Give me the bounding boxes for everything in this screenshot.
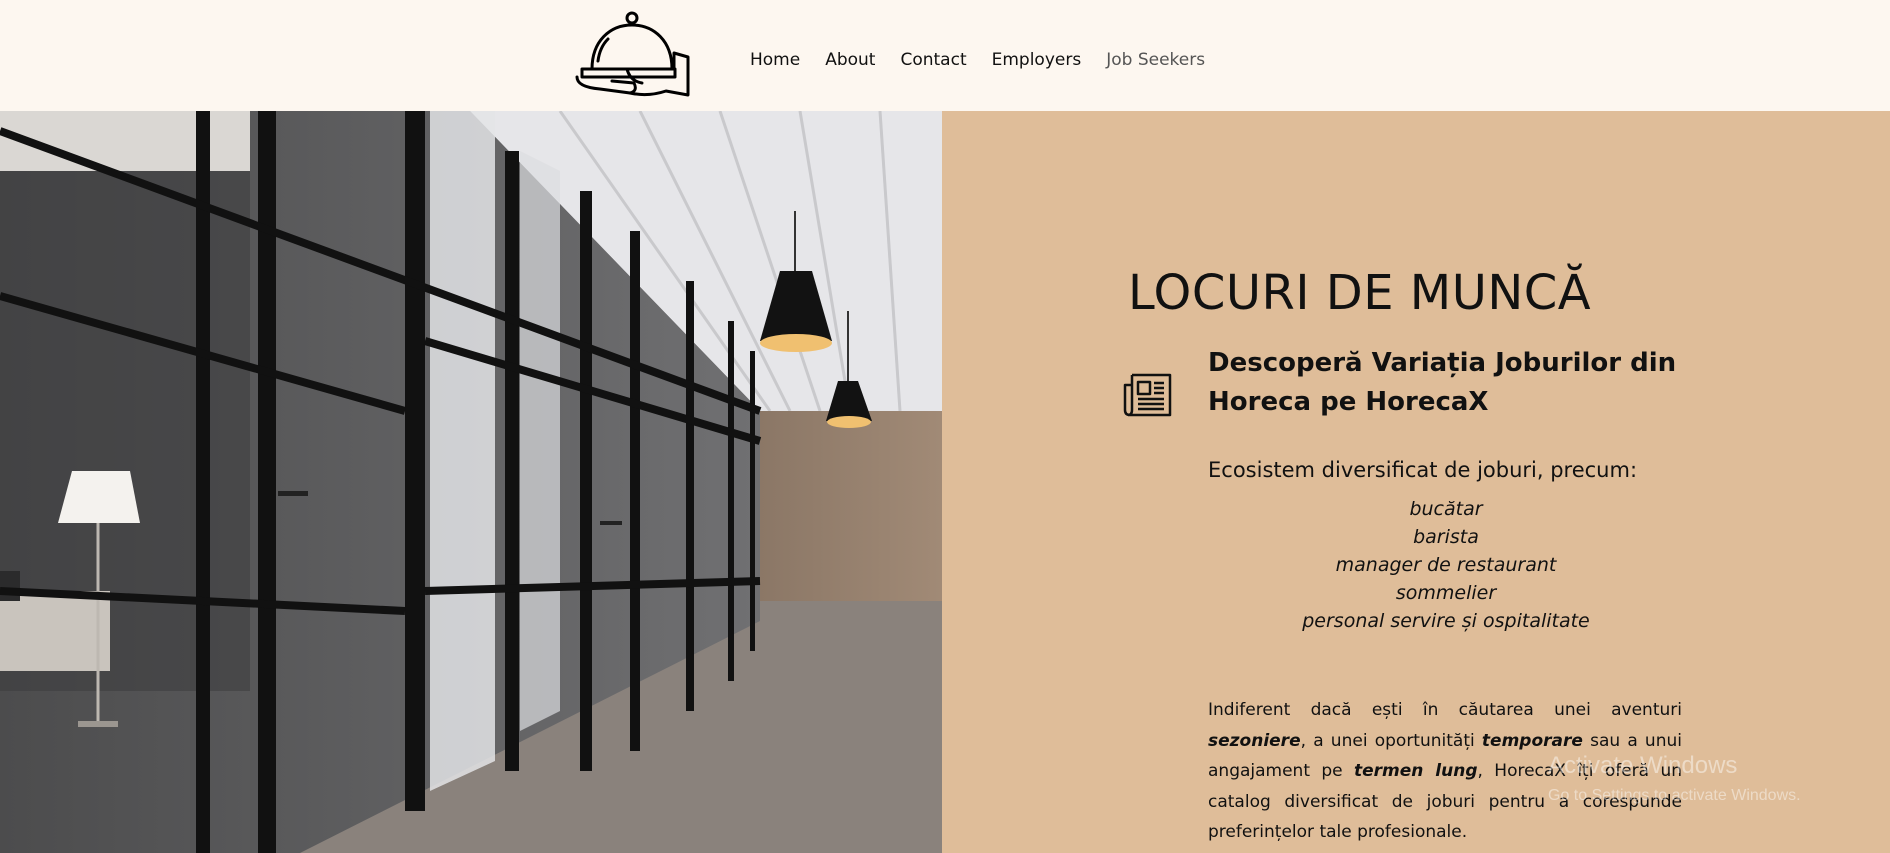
list-item: barista	[1413, 526, 1479, 548]
activate-windows-title: Activate Windows	[1548, 752, 1738, 779]
section-subtitle: Descoperă Variația Joburilor din Horeca …	[1208, 348, 1677, 417]
list-item: personal servire și ospitalitate	[1302, 610, 1590, 632]
emphasis-temporary: temporare	[1481, 730, 1583, 751]
list-item: manager de restaurant	[1335, 554, 1557, 576]
emphasis-seasonal: sezoniere	[1208, 730, 1301, 751]
job-types-list: bucătar barista manager de restaurant so…	[1208, 495, 1684, 635]
nav-job-seekers[interactable]: Job Seekers	[1106, 47, 1205, 73]
list-item: sommelier	[1395, 582, 1497, 604]
activate-windows-hint: Go to Settings to activate Windows.	[1548, 787, 1801, 804]
paragraph-text: , a unei oportunități	[1300, 730, 1482, 751]
main-nav: Home About Contact Employers Job Seekers	[750, 47, 1230, 73]
nav-about[interactable]: About	[825, 47, 875, 73]
office-corridor-photo	[0, 111, 942, 853]
emphasis-long-term: termen lung	[1354, 761, 1478, 781]
nav-employers[interactable]: Employers	[992, 47, 1082, 73]
nav-home[interactable]: Home	[750, 47, 800, 73]
jobs-intro: Ecosistem diversificat de joburi, precum…	[1208, 458, 1638, 482]
cloche-hand-logo[interactable]	[572, 9, 690, 109]
page-title: LOCURI DE MUNCĂ	[1128, 265, 1592, 321]
paragraph-text: Indiferent dacă ești în căutarea unei av…	[1208, 700, 1682, 720]
newspaper-icon	[1123, 373, 1172, 417]
nav-contact[interactable]: Contact	[900, 47, 966, 73]
list-item: bucătar	[1409, 498, 1483, 520]
site-header: Home About Contact Employers Job Seekers	[0, 0, 1890, 111]
